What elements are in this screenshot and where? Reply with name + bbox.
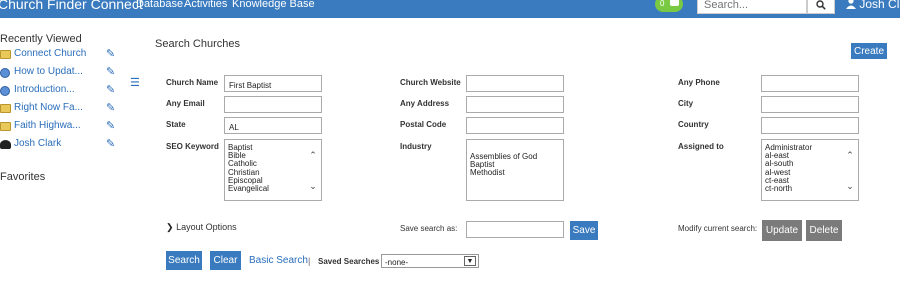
pencil-icon[interactable]: ✎ — [106, 101, 115, 114]
app-brand[interactable]: Church Finder Connect — [0, 0, 143, 12]
update-button[interactable]: Update — [762, 220, 802, 241]
basic-search-link[interactable]: Basic Search — [249, 255, 308, 266]
recent-item-label: Connect Church — [14, 48, 87, 59]
pencil-icon[interactable]: ✎ — [106, 65, 115, 78]
recent-item-label: Introduction... — [14, 84, 75, 95]
nav-knowledge-base[interactable]: Knowledge Base — [232, 0, 315, 10]
listbox-scrollbar[interactable]: ⌃ ⌄ — [845, 150, 855, 192]
folder-icon — [0, 50, 11, 59]
sidebar: Recently Viewed Connect Church ✎ How to … — [0, 18, 128, 284]
assigned-to-listbox[interactable]: Administrator al-east al-south al-west c… — [761, 139, 859, 201]
recent-item-connect-church[interactable]: Connect Church ✎ — [0, 47, 120, 65]
search-button[interactable] — [807, 0, 835, 14]
chevron-down-icon[interactable]: ▼ — [464, 256, 476, 266]
save-search-input[interactable] — [466, 221, 564, 238]
chevron-down-icon: ❯ — [166, 222, 174, 232]
assigned-to-label: Assigned to — [678, 142, 724, 151]
top-navbar: Church Finder Connect Database Activitie… — [0, 0, 900, 18]
saved-searches-select[interactable]: -none- ▼ — [381, 254, 479, 268]
global-search-input[interactable] — [698, 0, 806, 13]
any-email-label: Any Email — [166, 99, 205, 108]
separator: | — [308, 256, 311, 266]
recent-item-label: Right Now Fa... — [14, 102, 83, 113]
state-label: State — [166, 120, 186, 129]
any-phone-input[interactable] — [761, 75, 859, 92]
globe-icon — [0, 68, 10, 78]
recent-item-label: Faith Highwa... — [14, 120, 81, 131]
chevron-down-icon[interactable]: ⌄ — [846, 181, 854, 192]
saved-searches-label: Saved Searches — [318, 257, 380, 266]
seo-keyword-listbox[interactable]: Baptist Bible Catholic Christian Episcop… — [224, 139, 322, 201]
global-search-box — [697, 0, 807, 14]
folder-icon — [0, 122, 11, 131]
recent-item-how-to-update[interactable]: How to Updat... ✎ — [0, 65, 120, 83]
any-address-input[interactable] — [466, 96, 564, 113]
chevron-up-icon[interactable]: ⌃ — [846, 150, 854, 161]
modify-search-label: Modify current search: — [678, 224, 758, 233]
save-search-label: Save search as: — [400, 224, 458, 233]
nav-activities[interactable]: Activities — [184, 0, 227, 10]
recent-item-label: Josh Clark — [14, 138, 62, 149]
user-name: Josh Clark — [859, 0, 900, 11]
country-input[interactable] — [761, 117, 859, 134]
page-title: Search Churches — [155, 38, 240, 50]
search-icon — [816, 0, 826, 10]
recent-item-right-now[interactable]: Right Now Fa... ✎ — [0, 101, 120, 119]
country-label: Country — [678, 120, 709, 129]
any-address-label: Any Address — [400, 99, 450, 108]
folder-icon — [0, 104, 11, 113]
pencil-icon[interactable]: ✎ — [106, 83, 115, 96]
saved-searches-value: -none- — [385, 258, 409, 267]
save-button[interactable]: Save — [570, 221, 598, 240]
people-icon — [0, 140, 11, 149]
chevron-down-icon[interactable]: ⌄ — [309, 181, 317, 192]
recent-item-faith-highway[interactable]: Faith Highwa... ✎ — [0, 119, 120, 137]
notification-badge[interactable]: 0 — [655, 0, 683, 12]
listbox-scrollbar[interactable]: ⌃ ⌄ — [308, 150, 318, 192]
search-submit-button[interactable]: Search — [166, 251, 202, 270]
chat-bubble-icon — [670, 0, 679, 6]
city-label: City — [678, 99, 694, 108]
church-name-label: Church Name — [166, 78, 219, 87]
layout-options-toggle[interactable]: ❯ Layout Options — [166, 222, 237, 233]
any-email-input[interactable] — [224, 96, 322, 113]
delete-button[interactable]: Delete — [806, 220, 842, 241]
nav-database[interactable]: Database — [136, 0, 183, 10]
any-phone-label: Any Phone — [678, 78, 720, 87]
church-name-input[interactable]: First Baptist — [224, 75, 322, 92]
state-input[interactable]: AL — [224, 117, 322, 134]
industry-listbox[interactable]: Assemblies of God Baptist Methodist — [466, 139, 564, 201]
recent-item-label: How to Updat... — [14, 66, 83, 77]
industry-label: Industry — [400, 142, 432, 151]
globe-icon — [0, 86, 10, 96]
industry-option[interactable]: Methodist — [470, 169, 563, 177]
church-website-input[interactable] — [466, 75, 564, 92]
favorites-title: Favorites — [0, 171, 46, 183]
list-toggle-icon[interactable]: ☰ — [130, 76, 140, 89]
postal-code-input[interactable] — [466, 117, 564, 134]
chevron-up-icon[interactable]: ⌃ — [309, 150, 317, 161]
notification-count: 0 — [660, 0, 665, 8]
pencil-icon[interactable]: ✎ — [106, 137, 115, 150]
recently-viewed-title: Recently Viewed — [0, 33, 82, 45]
user-menu[interactable]: Josh Clark — [846, 0, 900, 11]
recent-item-introduction[interactable]: Introduction... ✎ — [0, 83, 120, 101]
city-input[interactable] — [761, 96, 859, 113]
create-button[interactable]: Create — [851, 43, 887, 59]
pencil-icon[interactable]: ✎ — [106, 47, 115, 60]
seo-keyword-label: SEO Keyword — [166, 142, 219, 151]
clear-button[interactable]: Clear — [210, 251, 241, 270]
layout-options-label: Layout Options — [176, 222, 237, 232]
postal-code-label: Postal Code — [400, 120, 447, 129]
pencil-icon[interactable]: ✎ — [106, 119, 115, 132]
recent-item-josh-clark[interactable]: Josh Clark ✎ — [0, 137, 120, 155]
church-website-label: Church Website — [400, 78, 461, 87]
user-icon — [846, 0, 856, 9]
